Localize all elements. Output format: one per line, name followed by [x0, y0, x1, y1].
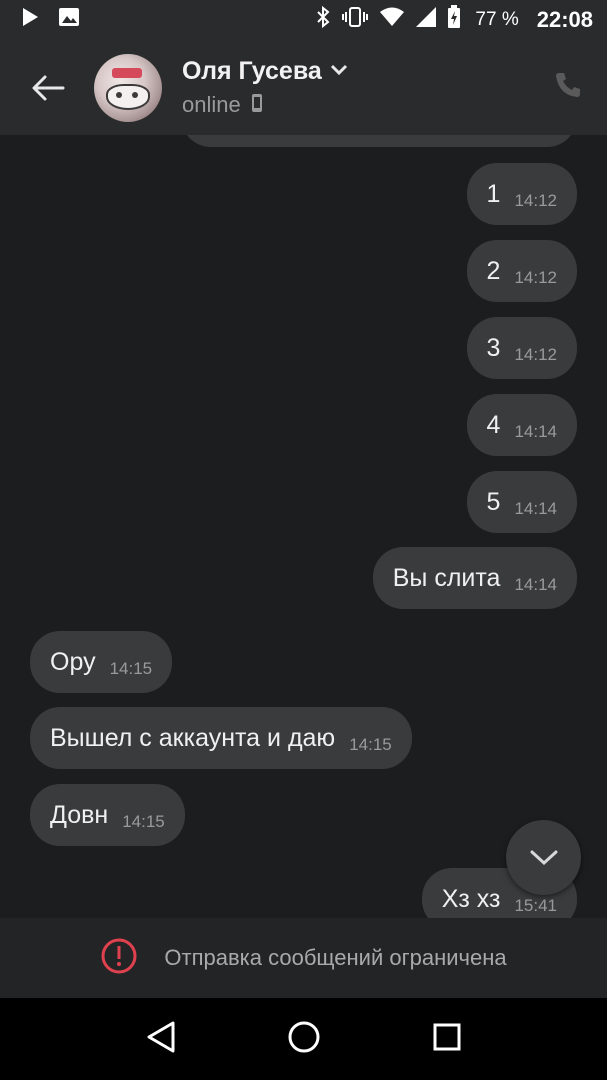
message-time: 14:14	[514, 422, 557, 441]
message-bubble[interactable]: Вышел с аккаунта и даю 14:15	[30, 707, 412, 769]
avatar[interactable]	[94, 53, 162, 122]
message-text: 1	[486, 179, 501, 208]
phone-icon	[556, 73, 580, 97]
message-text: Вы слита	[392, 563, 501, 592]
message-time: 14:12	[514, 345, 557, 364]
message-text: Ору	[50, 647, 96, 676]
clock: 22:08	[536, 7, 593, 32]
message-text: 2	[486, 256, 501, 285]
restriction-text: Отправка сообщений ограничена	[164, 945, 507, 970]
message-bubble[interactable]: 1 14:12	[466, 163, 577, 225]
scroll-down-button[interactable]	[506, 820, 581, 895]
message-bubble[interactable]: Ору 14:15	[30, 631, 173, 693]
message-text: 5	[486, 487, 501, 516]
alert-circle-icon	[100, 937, 138, 980]
bluetooth-icon	[315, 5, 331, 35]
image-icon	[58, 7, 80, 33]
message-text: 4	[486, 410, 501, 439]
message-bubble-partial[interactable]	[181, 135, 577, 147]
message-bubble[interactable]: 5 14:14	[466, 471, 577, 533]
message-text: 3	[486, 333, 501, 362]
play-icon	[20, 7, 40, 33]
system-nav-bar	[0, 998, 607, 1080]
vibrate-icon	[341, 6, 369, 34]
message-bubble[interactable]: 3 14:12	[466, 317, 577, 379]
message-time: 14:15	[109, 659, 153, 678]
message-time: 15:41	[514, 896, 557, 915]
status-bar: 77 % 22:08	[0, 0, 607, 40]
recents-square-icon[interactable]	[432, 1022, 462, 1057]
contact-status: online	[182, 92, 241, 117]
back-button[interactable]	[24, 64, 72, 112]
chat-header: Оля Гусева online	[0, 40, 607, 135]
message-time: 14:15	[349, 735, 392, 754]
battery-icon	[447, 5, 461, 35]
restriction-notice: Отправка сообщений ограничена	[0, 918, 607, 998]
message-bubble[interactable]: 4 14:14	[466, 394, 577, 456]
message-time: 14:15	[122, 812, 165, 831]
chevron-down-icon	[530, 850, 557, 865]
signal-icon	[415, 6, 437, 34]
call-button[interactable]	[553, 70, 583, 105]
wifi-icon	[379, 7, 405, 33]
message-text: Вышел с аккаунта и даю	[50, 723, 336, 752]
back-arrow-icon	[32, 75, 65, 100]
message-bubble[interactable]: Довн 14:15	[30, 784, 185, 846]
message-text: Хз хз	[441, 884, 501, 913]
message-bubble[interactable]: 2 14:12	[466, 240, 577, 302]
chevron-down-icon	[330, 63, 348, 81]
message-time: 14:12	[514, 268, 557, 287]
message-text: Довн	[50, 800, 109, 829]
home-circle-icon[interactable]	[287, 1020, 321, 1059]
mobile-device-icon	[251, 93, 263, 118]
back-triangle-icon[interactable]	[145, 1020, 177, 1059]
battery-percent: 77 %	[475, 9, 519, 30]
contact-info[interactable]: Оля Гусева online	[182, 57, 348, 118]
message-time: 14:14	[514, 499, 557, 518]
message-time: 14:12	[514, 191, 557, 210]
contact-name: Оля Гусева	[182, 57, 322, 85]
message-bubble[interactable]: Вы слита 14:14	[372, 547, 577, 609]
message-list[interactable]: 1 14:12 2 14:12 3 14:12 4 14:14 5 14:14 …	[0, 135, 607, 918]
message-time: 14:14	[514, 575, 557, 594]
